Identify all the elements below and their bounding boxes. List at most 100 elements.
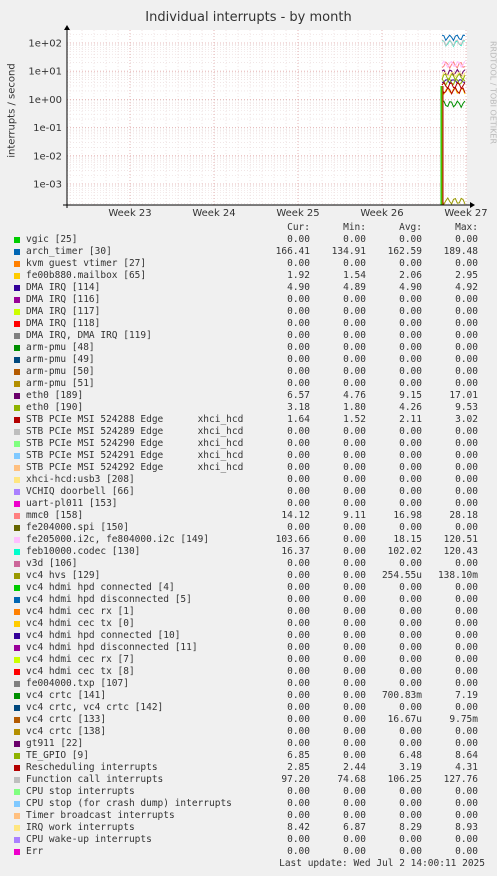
- legend-swatch: [14, 681, 20, 687]
- legend-row: vc4 crtc, vc4 crtc [142] 0.00 0.00 0.00 0.00: [0, 702, 497, 714]
- legend-value: 0.00: [455, 438, 478, 449]
- legend-value: 0.00: [455, 474, 478, 485]
- legend-row: STB PCIe MSI 524291 Edge xhci_hcd 0.00 0.0…: [0, 450, 497, 462]
- legend-row: xhci-hcd:usb3 [208] 0.00 0.00 0.00 0.00: [0, 474, 497, 486]
- legend-label: arm-pmu [51]: [26, 378, 95, 389]
- legend-swatch: [14, 501, 20, 507]
- legend-swatch: [14, 753, 20, 759]
- legend-value: 189.48: [443, 246, 478, 257]
- legend-value: 0.00: [455, 642, 478, 653]
- legend-row: Rescheduling interrupts 2.85 2.44 3.19 4.31: [0, 762, 497, 774]
- legend-label: vc4 hdmi cec rx [1]: [26, 606, 135, 617]
- legend-label: DMA IRQ [117]: [26, 306, 101, 317]
- x-tick-label: Week 23: [108, 208, 151, 219]
- legend-swatch: [14, 453, 20, 459]
- legend-swatch: [14, 621, 20, 627]
- legend-swatch: [14, 825, 20, 831]
- legend-row: vc4 hdmi cec tx [0] 0.00 0.00 0.00 0.00: [0, 618, 497, 630]
- legend-row: DMA IRQ, DMA IRQ [119] 0.00 0.00 0.00 0.00: [0, 330, 497, 342]
- legend-row: Err 0.00 0.00 0.00 0.00: [0, 846, 497, 858]
- legend-value: 0.00: [455, 810, 478, 821]
- legend-row: kvm guest vtimer [27] 0.00 0.00 0.00 0.00: [0, 258, 497, 270]
- legend-label: vc4 crtc [133]: [26, 714, 107, 725]
- legend-row: vc4 crtc [133] 0.00 0.00 16.67u 9.75m: [0, 714, 497, 726]
- legend-label: vc4 hdmi hpd disconnected [11]: [26, 642, 198, 653]
- legend-label: Rescheduling interrupts: [26, 762, 158, 773]
- legend-label: TE_GPIO [9]: [26, 750, 89, 761]
- legend-row: CPU stop interrupts 0.00 0.00 0.00 0.00: [0, 786, 497, 798]
- legend-label: kvm guest vtimer [27]: [26, 258, 147, 269]
- y-tick-label: 1e+00: [28, 95, 62, 106]
- legend-swatch: [14, 537, 20, 543]
- legend-row: arm-pmu [51] 0.00 0.00 0.00 0.00: [0, 378, 497, 390]
- legend-swatch: [14, 465, 20, 471]
- x-tick-labels: Week 23 Week 24 Week 25 Week 26 Week 27: [108, 208, 487, 219]
- x-tick-label: Week 27: [444, 208, 487, 219]
- legend-label: Err: [26, 846, 44, 857]
- legend-label: STB PCIe MSI 524292 Edge xhci_hcd: [26, 462, 244, 473]
- legend-value: 0.00: [455, 354, 478, 365]
- legend-label: v3d [106]: [26, 558, 78, 569]
- legend-swatch: [14, 789, 20, 795]
- legend-row: DMA IRQ [116] 0.00 0.00 0.00 0.00: [0, 294, 497, 306]
- legend-value: 0.00: [455, 426, 478, 437]
- legend-swatch: [14, 549, 20, 555]
- legend-row: v3d [106] 0.00 0.00 0.00 0.00: [0, 558, 497, 570]
- legend-swatch: [14, 261, 20, 267]
- legend-value: 9.53: [455, 402, 478, 413]
- x-tick-label: Week 26: [360, 208, 403, 219]
- legend-row: STB PCIe MSI 524290 Edge xhci_hcd 0.00 0.0…: [0, 438, 497, 450]
- legend-label: vc4 hdmi hpd disconnected [5]: [26, 594, 192, 605]
- legend-label: DMA IRQ, DMA IRQ [119]: [26, 330, 152, 341]
- legend-swatch: [14, 837, 20, 843]
- legend-swatch: [14, 429, 20, 435]
- legend-value: 0.00: [455, 294, 478, 305]
- legend-row: VCHIQ doorbell [66] 0.00 0.00 0.00 0.00: [0, 486, 497, 498]
- legend-row: fe204000.spi [150] 0.00 0.00 0.00 0.00: [0, 522, 497, 534]
- legend-value: 0.00: [455, 618, 478, 629]
- legend-value: 120.43: [443, 546, 478, 557]
- legend-swatch: [14, 321, 20, 327]
- legend-swatch: [14, 561, 20, 567]
- legend-label: eth0 [189]: [26, 390, 84, 401]
- legend-swatch: [14, 741, 20, 747]
- legend-value: 2.95: [455, 270, 478, 281]
- legend-value: 0.00: [455, 462, 478, 473]
- legend-row: vc4 hdmi hpd disconnected [5] 0.00 0.00 0.0…: [0, 594, 497, 606]
- legend-swatch: [14, 333, 20, 339]
- y-tick-label: 1e+01: [28, 67, 62, 78]
- legend-swatch: [14, 249, 20, 255]
- legend-swatch: [14, 657, 20, 663]
- legend-label: arm-pmu [50]: [26, 366, 95, 377]
- legend-swatch: [14, 405, 20, 411]
- y-axis-arrow: [64, 25, 70, 30]
- legend-row: IRQ work interrupts 8.42 6.87 8.29 8.93: [0, 822, 497, 834]
- legend-label: fe204000.spi [150]: [26, 522, 129, 533]
- y-tick-label: 1e-01: [33, 123, 62, 134]
- legend-value: 0.00: [455, 258, 478, 269]
- legend-swatch: [14, 813, 20, 819]
- legend-value: 4.31: [455, 762, 478, 773]
- legend-label: STB PCIe MSI 524289 Edge xhci_hcd: [26, 426, 244, 437]
- y-tick-labels: 1e-03 1e-02 1e-01 1e+00 1e+01 1e+02: [28, 39, 62, 191]
- legend-label: fe004000.txp [107]: [26, 678, 129, 689]
- legend-row: DMA IRQ [114] 4.90 4.89 4.90 4.92: [0, 282, 497, 294]
- legend-swatch: [14, 573, 20, 579]
- legend-row: arm-pmu [50] 0.00 0.00 0.00 0.00: [0, 366, 497, 378]
- legend-row: vc4 hdmi hpd connected [10] 0.00 0.00 0.00 0…: [0, 630, 497, 642]
- legend-swatch: [14, 633, 20, 639]
- legend-value: 0.00: [455, 318, 478, 329]
- legend-swatch: [14, 705, 20, 711]
- y-tick-label: 1e-03: [33, 180, 62, 191]
- legend-swatch: [14, 525, 20, 531]
- legend-value: 138.10m: [437, 570, 478, 581]
- legend-row: vc4 crtc [141] 0.00 0.00 700.83m 7.19: [0, 690, 497, 702]
- legend-label: feb10000.codec [130]: [26, 546, 141, 557]
- legend-value: 0.00: [455, 582, 478, 593]
- legend-value: 8.93: [455, 822, 478, 833]
- legend-value: 0.00: [455, 678, 478, 689]
- legend-swatch: [14, 609, 20, 615]
- legend-value: 0.00: [455, 522, 478, 533]
- legend-value: 0.00: [455, 726, 478, 737]
- legend-row: vc4 crtc [138] 0.00 0.00 0.00 0.00: [0, 726, 497, 738]
